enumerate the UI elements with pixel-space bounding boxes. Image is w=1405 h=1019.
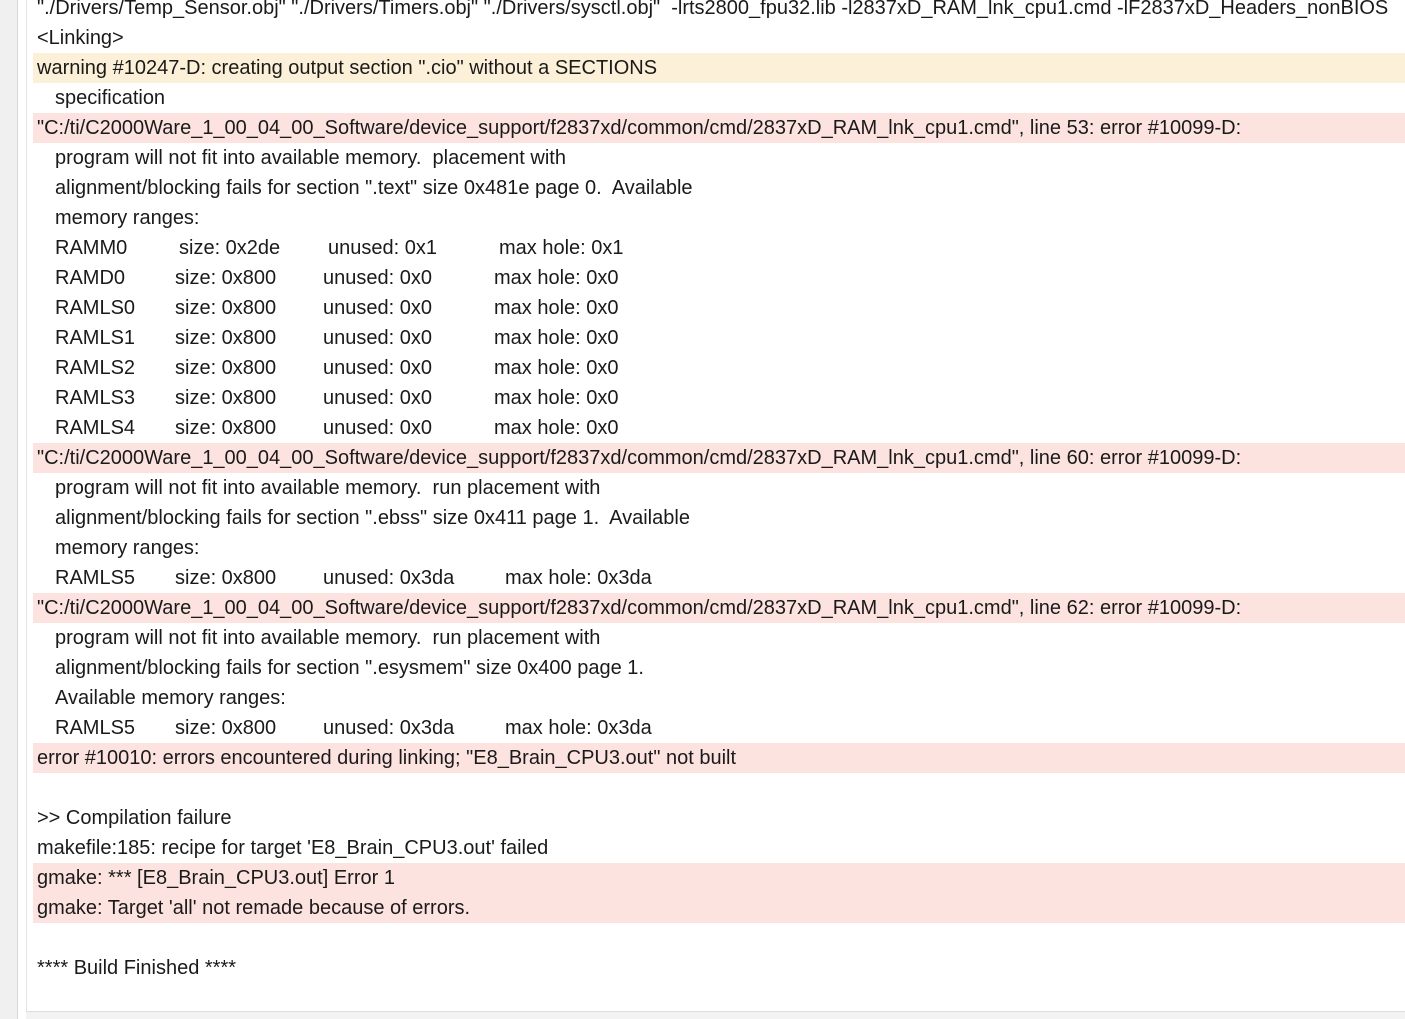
console-line-continuation: alignment/blocking fails for section ".e… xyxy=(55,657,644,679)
console-line-continuation: program will not fit into available memo… xyxy=(55,477,601,499)
memory-range-max-hole: max hole: 0x0 xyxy=(494,357,619,379)
memory-range-unused: unused: 0x0 xyxy=(323,297,432,319)
memory-range-row: RAMLS0 size: 0x800 unused: 0x0 max hole: 0x… xyxy=(33,293,1405,323)
console-line: >> Compilation failure xyxy=(37,807,232,829)
memory-range-row: RAMLS4 size: 0x800 unused: 0x0 max hole: 0x… xyxy=(33,413,1405,443)
memory-range-size: size: 0x800 xyxy=(175,387,277,409)
memory-range-row: RAMLS1 size: 0x800 unused: 0x0 max hole: 0x… xyxy=(33,323,1405,353)
memory-range-row: RAMLS3 size: 0x800 unused: 0x0 max hole: 0x… xyxy=(33,383,1405,413)
memory-range-row: RAMLS5 size: 0x800 unused: 0x3da max hole: … xyxy=(33,713,1405,743)
memory-range-max-hole: max hole: 0x3da xyxy=(505,717,652,739)
memory-range-size: size: 0x2de xyxy=(179,237,281,259)
memory-range-unused: unused: 0x3da xyxy=(323,717,455,739)
memory-range-unused: unused: 0x1 xyxy=(328,237,437,259)
memory-range-name: RAMLS0 xyxy=(55,297,136,319)
console-line-continuation: alignment/blocking fails for section ".e… xyxy=(55,507,690,529)
memory-range-size: size: 0x800 xyxy=(175,297,277,319)
error-line: error #10010: errors encountered during … xyxy=(33,743,1405,773)
memory-range-name: RAMLS3 xyxy=(55,387,136,409)
memory-range-unused: unused: 0x0 xyxy=(323,357,432,379)
build-console-output[interactable]: "./Drivers/Temp_Sensor.obj" "./Drivers/T… xyxy=(33,0,1405,1011)
console-line-continuation: Available memory ranges: xyxy=(55,687,286,709)
console-line: **** Build Finished **** xyxy=(37,957,237,979)
error-line: "C:/ti/C2000Ware_1_00_04_00_Software/dev… xyxy=(33,443,1405,473)
console-line-continuation: specification xyxy=(55,87,166,109)
console-line: "./Drivers/Temp_Sensor.obj" "./Drivers/T… xyxy=(37,0,1389,19)
left-ruler xyxy=(18,0,27,1019)
memory-range-name: RAMLS2 xyxy=(55,357,136,379)
memory-range-unused: unused: 0x0 xyxy=(323,327,432,349)
memory-range-name: RAMLS5 xyxy=(55,717,136,739)
memory-range-name: RAMLS4 xyxy=(55,417,136,439)
console-line-continuation: alignment/blocking fails for section ".t… xyxy=(55,177,693,199)
memory-range-size: size: 0x800 xyxy=(175,717,277,739)
memory-range-max-hole: max hole: 0x0 xyxy=(494,417,619,439)
memory-range-row: RAMLS5 size: 0x800 unused: 0x3da max hole: … xyxy=(33,563,1405,593)
console-line: <Linking> xyxy=(37,27,124,49)
error-line: "C:/ti/C2000Ware_1_00_04_00_Software/dev… xyxy=(33,593,1405,623)
warning-line: warning #10247-D: creating output sectio… xyxy=(33,53,1405,83)
memory-range-unused: unused: 0x0 xyxy=(323,387,432,409)
memory-range-name: RAMLS5 xyxy=(55,567,136,589)
console-line: makefile:185: recipe for target 'E8_Brai… xyxy=(37,837,549,859)
memory-range-name: RAMM0 xyxy=(55,237,128,259)
console-line-continuation: memory ranges: xyxy=(55,207,200,229)
memory-range-size: size: 0x800 xyxy=(175,327,277,349)
memory-range-max-hole: max hole: 0x3da xyxy=(505,567,652,589)
memory-range-name: RAMD0 xyxy=(55,267,126,289)
memory-range-size: size: 0x800 xyxy=(175,417,277,439)
error-line: gmake: *** [E8_Brain_CPU3.out] Error 1 xyxy=(33,863,1405,893)
memory-range-size: size: 0x800 xyxy=(175,567,277,589)
memory-range-name: RAMLS1 xyxy=(55,327,136,349)
console-line-continuation: program will not fit into available memo… xyxy=(55,147,566,169)
error-line: gmake: Target 'all' not remade because o… xyxy=(33,893,1405,923)
memory-range-max-hole: max hole: 0x0 xyxy=(494,267,619,289)
memory-range-row: RAMD0 size: 0x800 unused: 0x0 max hole: 0x0 xyxy=(33,263,1405,293)
memory-range-size: size: 0x800 xyxy=(175,357,277,379)
memory-range-unused: unused: 0x0 xyxy=(323,417,432,439)
console-line-continuation: memory ranges: xyxy=(55,537,200,559)
memory-range-row: RAMM0 size: 0x2de unused: 0x1 max hole: 0x1 xyxy=(33,233,1405,263)
memory-range-unused: unused: 0x0 xyxy=(323,267,432,289)
memory-range-unused: unused: 0x3da xyxy=(323,567,455,589)
error-line: "C:/ti/C2000Ware_1_00_04_00_Software/dev… xyxy=(33,113,1405,143)
console-line-continuation: program will not fit into available memo… xyxy=(55,627,601,649)
memory-range-size: size: 0x800 xyxy=(175,267,277,289)
memory-range-max-hole: max hole: 0x0 xyxy=(494,387,619,409)
memory-range-max-hole: max hole: 0x1 xyxy=(499,237,624,259)
memory-range-row: RAMLS2 size: 0x800 unused: 0x0 max hole: 0x… xyxy=(33,353,1405,383)
horizontal-scrollbar[interactable] xyxy=(26,1011,1405,1019)
memory-range-max-hole: max hole: 0x0 xyxy=(494,297,619,319)
left-gutter xyxy=(0,0,18,1019)
memory-range-max-hole: max hole: 0x0 xyxy=(494,327,619,349)
